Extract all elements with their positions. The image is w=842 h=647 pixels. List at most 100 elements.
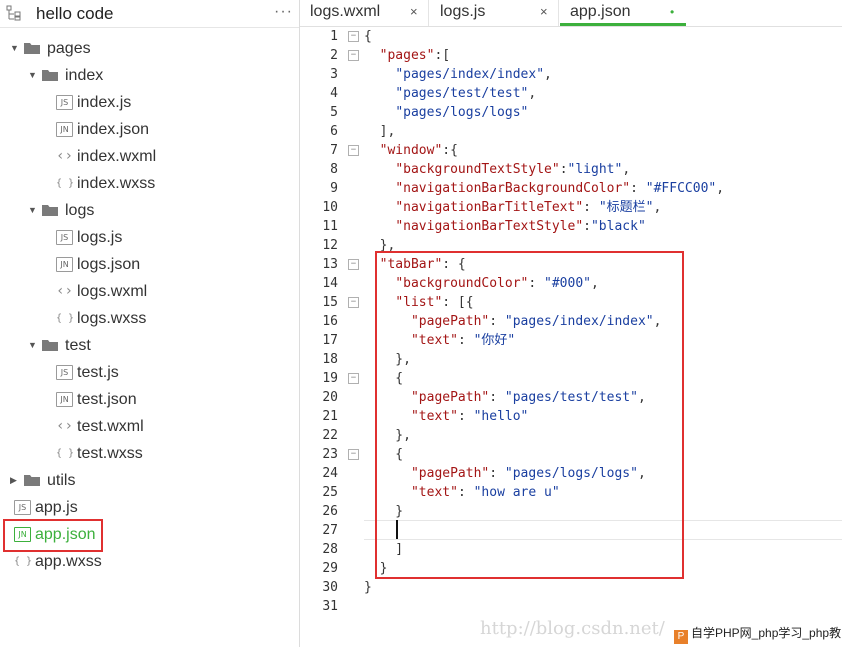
json-file-icon: JN	[56, 392, 73, 407]
tab-label: logs.wxml	[310, 3, 381, 20]
tree-item-label: index.js	[77, 94, 132, 111]
wxss-file-icon: { }	[56, 178, 75, 189]
line-number: 24	[322, 466, 338, 481]
folder-icon	[42, 205, 58, 216]
fold-toggle-icon[interactable]: −	[348, 31, 359, 42]
line-number: 9	[330, 181, 338, 196]
tree-item-test-json[interactable]: JN test.json	[0, 386, 299, 413]
code-line[interactable]: "navigationBarTextStyle":"black"	[364, 217, 645, 236]
line-number: 7	[330, 143, 338, 158]
tab-logs-wxml[interactable]: logs.wxml	[310, 0, 380, 26]
line-number: 8	[330, 162, 338, 177]
code-line[interactable]: "backgroundTextStyle":"light",	[364, 160, 630, 179]
caret-down-icon[interactable]: ▼	[28, 332, 38, 359]
line-number: 26	[322, 504, 338, 519]
line-number: 19	[322, 371, 338, 386]
tree-item-index[interactable]: ▼ index	[0, 62, 299, 89]
code-line[interactable]: {	[364, 27, 372, 46]
fold-toggle-icon[interactable]: −	[348, 50, 359, 61]
folder-icon	[24, 475, 40, 486]
code-line[interactable]: "pages/index/index",	[364, 65, 552, 84]
project-tree-icon[interactable]	[6, 5, 22, 21]
line-number: 17	[322, 333, 338, 348]
line-number: 18	[322, 352, 338, 367]
line-number: 2	[330, 48, 338, 63]
tree-item-label: logs.wxml	[77, 283, 148, 300]
line-number: 30	[322, 580, 338, 595]
code-line[interactable]: }	[364, 578, 372, 597]
tab-label: app.json	[570, 3, 631, 20]
tree-item-test-wxml[interactable]: ‹› test.wxml	[0, 413, 299, 440]
code-line[interactable]: "navigationBarTitleText": "标题栏",	[364, 198, 661, 217]
tree-item-logs-js[interactable]: JS logs.js	[0, 224, 299, 251]
tree-item-label: index.json	[77, 121, 150, 138]
active-tab-indicator	[560, 23, 686, 26]
tree-item-logs-json[interactable]: JN logs.json	[0, 251, 299, 278]
explorer-header: hello code ···	[0, 0, 299, 28]
tree-item-test-js[interactable]: JS test.js	[0, 359, 299, 386]
tree-item-app-wxss[interactable]: { } app.wxss	[0, 548, 299, 575]
line-number: 3	[330, 67, 338, 82]
tree-item-label: logs.wxss	[77, 310, 147, 327]
tree-item-logs[interactable]: ▼ logs	[0, 197, 299, 224]
tree-item-label: pages	[47, 40, 91, 57]
js-file-icon: JS	[56, 95, 73, 110]
tree-item-label: logs	[65, 202, 95, 219]
site-badge-text: 自学PHP网_php学习_php教	[691, 626, 842, 640]
tree-item-test-wxss[interactable]: { } test.wxss	[0, 440, 299, 467]
code-line[interactable]: "navigationBarBackgroundColor": "#FFCC00…	[364, 179, 724, 198]
wxss-file-icon: { }	[56, 313, 75, 324]
code-line[interactable]: "pages/test/test",	[364, 84, 536, 103]
line-number: 15	[322, 295, 338, 310]
tree-item-index-js[interactable]: JS index.js	[0, 89, 299, 116]
js-file-icon: JS	[14, 500, 31, 515]
wxml-file-icon: ‹›	[56, 418, 73, 434]
folder-icon	[42, 340, 58, 351]
tree-item-label: test.json	[77, 391, 137, 408]
tree-item-pages[interactable]: ▼ pages	[0, 35, 299, 62]
fold-toggle-icon[interactable]: −	[348, 449, 359, 460]
line-number: 6	[330, 124, 338, 139]
folder-icon	[24, 43, 40, 54]
unsaved-dot-icon[interactable]: •	[670, 0, 674, 24]
tree-item-label: test.wxml	[77, 418, 144, 435]
caret-right-icon[interactable]: ▶	[10, 467, 20, 494]
line-number: 27	[322, 523, 338, 538]
tree-item-index-wxml[interactable]: ‹› index.wxml	[0, 143, 299, 170]
caret-down-icon[interactable]: ▼	[10, 35, 20, 62]
tree-item-index-wxss[interactable]: { } index.wxss	[0, 170, 299, 197]
line-number: 22	[322, 428, 338, 443]
line-number: 21	[322, 409, 338, 424]
close-icon[interactable]: ×	[540, 0, 548, 24]
tree-item-label: index.wxss	[77, 175, 156, 192]
code-line[interactable]: "pages/logs/logs"	[364, 103, 528, 122]
caret-down-icon[interactable]: ▼	[28, 62, 38, 89]
fold-toggle-icon[interactable]: −	[348, 259, 359, 270]
fold-toggle-icon[interactable]: −	[348, 373, 359, 384]
tree-item-index-json[interactable]: JN index.json	[0, 116, 299, 143]
json-file-icon: JN	[56, 257, 73, 272]
fold-toggle-icon[interactable]: −	[348, 297, 359, 308]
tree-item-app-js[interactable]: JS app.js	[0, 494, 299, 521]
code-line[interactable]: ],	[364, 122, 396, 141]
tree-item-test[interactable]: ▼ test	[0, 332, 299, 359]
caret-down-icon[interactable]: ▼	[28, 197, 38, 224]
fold-toggle-icon[interactable]: −	[348, 145, 359, 156]
more-icon[interactable]: ···	[274, 3, 293, 21]
tab-logs-js[interactable]: logs.js	[440, 0, 485, 26]
code-line[interactable]: "pages":[	[364, 46, 450, 65]
tree-item-label: utils	[47, 472, 76, 489]
tree-item-label: app.wxss	[35, 553, 102, 570]
line-number: 10	[322, 200, 338, 215]
tree-item-utils[interactable]: ▶ utils	[0, 467, 299, 494]
js-file-icon: JS	[56, 230, 73, 245]
tab-divider	[428, 0, 429, 26]
tree-item-label: index.wxml	[77, 148, 157, 165]
line-number: 1	[330, 29, 338, 44]
code-line[interactable]: "window":{	[364, 141, 458, 160]
line-number: 14	[322, 276, 338, 291]
tree-item-logs-wxml[interactable]: ‹› logs.wxml	[0, 278, 299, 305]
tree-item-logs-wxss[interactable]: { } logs.wxss	[0, 305, 299, 332]
js-file-icon: JS	[56, 365, 73, 380]
close-icon[interactable]: ×	[410, 0, 418, 24]
